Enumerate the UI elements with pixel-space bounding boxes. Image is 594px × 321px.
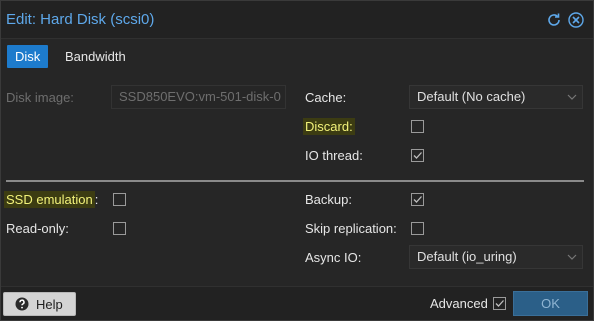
chevron-down-icon[interactable] [567,246,577,268]
ok-button[interactable]: OK [513,291,588,316]
checkmark-icon [413,196,422,203]
dialog-title: Edit: Hard Disk (scsi0) [6,11,155,28]
async-io-value: Default (io_uring) [417,249,517,264]
ssd-emulation-label-text: SSD emulation [4,191,95,208]
help-button[interactable]: Help [3,292,76,316]
async-io-select[interactable]: Default (io_uring) [409,245,583,269]
disk-image-field: SSD850EVO:vm-501-disk-0 [111,85,286,109]
chevron-down-icon[interactable] [567,86,577,108]
skip-replication-checkbox[interactable] [411,222,424,235]
checkmark-icon [413,152,422,159]
dialog-footer: Help Advanced OK [1,286,593,320]
discard-label-text: Discard: [303,118,355,135]
discard-label: Discard: [303,118,355,135]
tab-bandwidth[interactable]: Bandwidth [57,45,134,68]
cache-value: Default (No cache) [417,89,526,104]
checkmark-icon [495,300,504,307]
cache-label: Cache: [305,90,347,105]
section-divider [6,180,584,182]
ssd-emulation-label: SSD emulation: [4,191,99,208]
skip-replication-label: Skip replication: [305,221,397,236]
cache-select[interactable]: Default (No cache) [409,85,583,109]
discard-checkbox[interactable] [411,120,424,133]
io-thread-label: IO thread: [305,148,363,163]
io-thread-checkbox[interactable] [411,149,424,162]
read-only-label: Read-only: [6,221,69,236]
advanced-label: Advanced [430,296,488,311]
ssd-emulation-colon: : [94,192,99,207]
refresh-icon[interactable] [546,12,562,28]
async-io-label: Async IO: [305,250,362,265]
read-only-checkbox[interactable] [113,222,126,235]
close-icon[interactable] [568,12,584,28]
question-icon [15,297,29,311]
tab-disk[interactable]: Disk [7,45,49,68]
advanced-checkbox[interactable] [493,297,506,310]
tab-bar: Disk Bandwidth [1,39,593,73]
disk-image-label: Disk image: [6,90,74,105]
edit-hard-disk-dialog: Edit: Hard Disk (scsi0) Disk Bandwidth D… [0,0,594,321]
ssd-emulation-checkbox[interactable] [113,193,126,206]
help-label: Help [36,297,63,312]
backup-checkbox[interactable] [411,193,424,206]
disk-image-value: SSD850EVO:vm-501-disk-0 [119,89,281,104]
backup-label: Backup: [305,192,352,207]
title-bar: Edit: Hard Disk (scsi0) [1,1,593,39]
